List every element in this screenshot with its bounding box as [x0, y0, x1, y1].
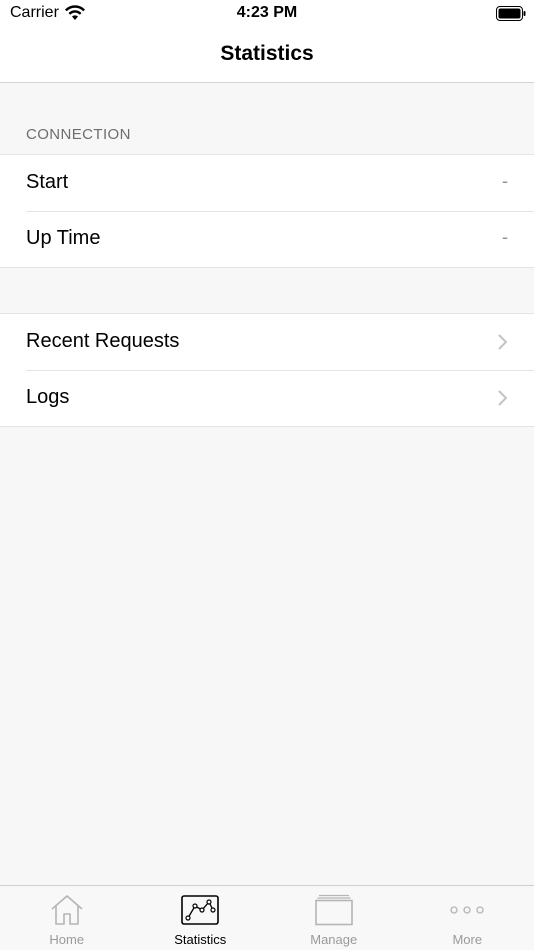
- chevron-right-icon: [498, 390, 507, 406]
- tab-label: Home: [49, 932, 85, 947]
- row-logs[interactable]: Logs: [0, 370, 534, 426]
- ellipsis-icon: [450, 906, 484, 914]
- tab-statistics[interactable]: Statistics: [134, 886, 268, 950]
- stack-icon: [314, 894, 353, 926]
- app-screen: Carrier 4:23 PM Statistics CONNECTION St…: [0, 0, 534, 950]
- links-group: Recent Requests Logs: [0, 313, 534, 427]
- tab-label: More: [452, 932, 483, 947]
- tab-more[interactable]: More: [401, 886, 534, 950]
- row-label: Up Time: [26, 227, 101, 249]
- tab-home[interactable]: Home: [0, 886, 134, 950]
- row-label: Start: [26, 171, 69, 193]
- section-header-connection: CONNECTION: [26, 126, 131, 143]
- row-recent-requests[interactable]: Recent Requests: [0, 314, 534, 370]
- tab-label: Statistics: [174, 932, 227, 947]
- connection-group: Start - Up Time -: [0, 154, 534, 268]
- row-label: Recent Requests: [26, 330, 180, 352]
- row-value: -: [502, 171, 508, 191]
- row-label: Logs: [26, 386, 70, 408]
- page-title: Statistics: [220, 42, 314, 65]
- status-bar: Carrier 4:23 PM: [0, 0, 534, 28]
- house-icon: [51, 895, 83, 925]
- tab-label: Manage: [310, 932, 358, 947]
- row-up-time: Up Time -: [0, 211, 534, 267]
- chevron-right-icon: [498, 334, 507, 350]
- status-time: 4:23 PM: [236, 4, 298, 21]
- row-start: Start -: [0, 155, 534, 211]
- tab-bar: Home Statistics Manage More: [0, 885, 534, 950]
- tab-manage[interactable]: Manage: [267, 886, 401, 950]
- row-value: -: [502, 227, 508, 247]
- navigation-bar: Statistics: [0, 28, 534, 83]
- chart-icon: [181, 895, 220, 925]
- battery-icon: [496, 6, 526, 21]
